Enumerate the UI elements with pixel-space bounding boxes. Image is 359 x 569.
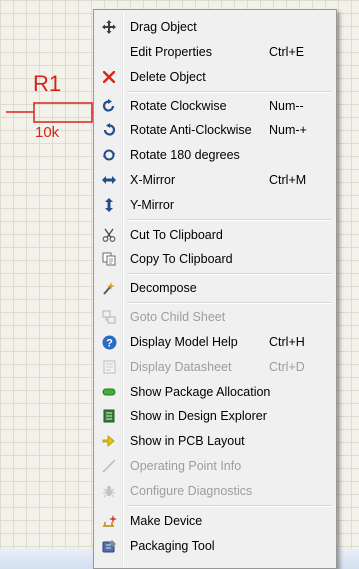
menu-item-label: Rotate Clockwise xyxy=(130,99,227,113)
packaging-tool-icon xyxy=(96,535,122,557)
menu-item-label: Rotate Anti-Clockwise xyxy=(130,123,252,137)
rotate-180-icon xyxy=(96,144,122,166)
help-icon: ? xyxy=(96,331,122,353)
design-explorer-icon xyxy=(96,405,122,427)
decompose-wand-icon xyxy=(96,277,122,299)
menu-item-configure-diagnostics[interactable]: Configure Diagnostics xyxy=(96,480,334,502)
red-x-icon xyxy=(96,66,122,88)
menu-item-x-mirror[interactable]: X-Mirror Ctrl+M xyxy=(96,169,334,191)
menu-item-shortcut: Num-- xyxy=(269,99,304,113)
x-mirror-icon xyxy=(96,169,122,191)
context-menu: Drag Object Edit Properties Ctrl+E Delet… xyxy=(93,9,337,569)
child-sheet-icon xyxy=(96,306,122,328)
menu-separator xyxy=(127,302,332,304)
menu-item-edit-properties[interactable]: Edit Properties Ctrl+E xyxy=(96,41,334,63)
menu-item-label: Show Package Allocation xyxy=(130,385,271,399)
menu-item-make-device[interactable]: Make Device xyxy=(96,510,334,532)
pcb-layout-icon xyxy=(96,430,122,452)
menu-item-shortcut: Ctrl+H xyxy=(269,335,305,349)
menu-item-label: Make Device xyxy=(130,514,203,528)
resistor-reference: R1 xyxy=(33,71,62,96)
diagnostics-bug-icon xyxy=(96,480,122,502)
menu-item-label: Display Datasheet xyxy=(130,360,232,374)
menu-item-show-design-explorer[interactable]: Show in Design Explorer xyxy=(96,405,334,427)
menu-item-drag-object[interactable]: Drag Object xyxy=(96,16,334,38)
menu-item-shortcut: Ctrl+E xyxy=(269,45,305,59)
menu-item-label: Goto Child Sheet xyxy=(130,310,226,324)
menu-item-goto-child-sheet[interactable]: Goto Child Sheet xyxy=(96,306,334,328)
menu-item-shortcut: Num-+ xyxy=(269,123,307,137)
make-device-icon xyxy=(96,510,122,532)
menu-item-shortcut: Ctrl+M xyxy=(269,173,307,187)
menu-item-label: Show in Design Explorer xyxy=(130,409,267,423)
menu-item-rotate-clockwise[interactable]: Rotate Clockwise Num-- xyxy=(96,95,334,117)
menu-item-show-package-allocation[interactable]: Show Package Allocation xyxy=(96,381,334,403)
resistor-value: 10k xyxy=(35,124,60,141)
svg-text:?: ? xyxy=(106,337,113,349)
menu-item-y-mirror[interactable]: Y-Mirror xyxy=(96,194,334,216)
menu-item-copy[interactable]: Copy To Clipboard xyxy=(96,248,334,270)
menu-item-label: Rotate 180 degrees xyxy=(130,148,240,162)
menu-item-show-pcb-layout[interactable]: Show in PCB Layout xyxy=(96,430,334,452)
menu-item-label: Delete Object xyxy=(130,70,206,84)
menu-item-label: Configure Diagnostics xyxy=(130,484,253,498)
operating-point-icon xyxy=(96,455,122,477)
menu-item-label: Edit Properties xyxy=(130,45,212,59)
menu-item-label: Operating Point Info xyxy=(130,459,242,473)
menu-item-operating-point-info[interactable]: Operating Point Info xyxy=(96,455,334,477)
menu-separator xyxy=(127,219,332,221)
copy-icon xyxy=(96,248,122,270)
rotate-clockwise-icon xyxy=(96,95,122,117)
menu-item-label: Decompose xyxy=(130,281,197,295)
menu-item-label: Y-Mirror xyxy=(130,198,174,212)
menu-item-decompose[interactable]: Decompose xyxy=(96,277,334,299)
menu-item-label: Drag Object xyxy=(130,20,197,34)
menu-item-label: Display Model Help xyxy=(130,335,238,349)
menu-item-display-datasheet[interactable]: Display Datasheet Ctrl+D xyxy=(96,356,334,378)
y-mirror-icon xyxy=(96,194,122,216)
menu-separator xyxy=(127,273,332,275)
rotate-anticlockwise-icon xyxy=(96,119,122,141)
datasheet-icon xyxy=(96,356,122,378)
empty-icon-slot xyxy=(96,41,122,63)
package-allocation-icon xyxy=(96,381,122,403)
menu-item-rotate-anticlockwise[interactable]: Rotate Anti-Clockwise Num-+ xyxy=(96,119,334,141)
menu-separator xyxy=(127,91,332,93)
scissors-icon xyxy=(96,224,122,246)
menu-item-delete-object[interactable]: Delete Object xyxy=(96,66,334,88)
move-cross-icon xyxy=(96,16,122,38)
menu-item-label: Cut To Clipboard xyxy=(130,228,223,242)
menu-item-shortcut: Ctrl+D xyxy=(269,360,305,374)
menu-item-label: Packaging Tool xyxy=(130,539,215,553)
menu-item-cut[interactable]: Cut To Clipboard xyxy=(96,224,334,246)
menu-item-display-model-help[interactable]: ? Display Model Help Ctrl+H xyxy=(96,331,334,353)
menu-item-rotate-180[interactable]: Rotate 180 degrees xyxy=(96,144,334,166)
menu-item-packaging-tool[interactable]: Packaging Tool xyxy=(96,535,334,557)
menu-item-label: Show in PCB Layout xyxy=(130,434,245,448)
menu-item-label: Copy To Clipboard xyxy=(130,252,233,266)
menu-item-label: X-Mirror xyxy=(130,173,176,187)
menu-separator xyxy=(127,505,332,507)
